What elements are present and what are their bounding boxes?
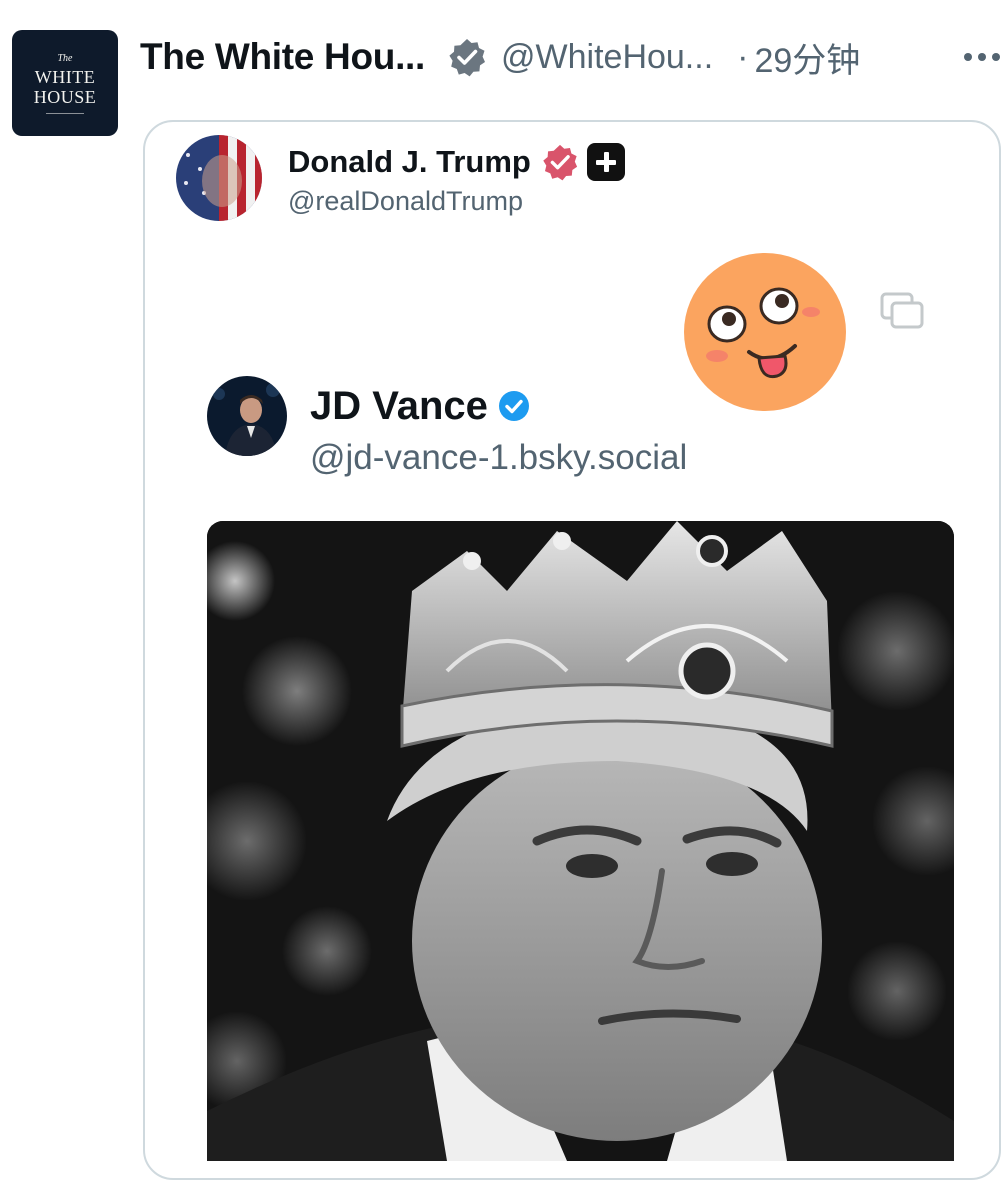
tongue-out-emoji-icon (684, 253, 846, 411)
jd-vance-handle[interactable]: @jd-vance-1.bsky.social (310, 438, 687, 478)
jd-vance-avatar-image (207, 376, 287, 456)
jd-vance-name-row: JD Vance (310, 380, 530, 432)
crowned-portrait-image (207, 521, 954, 1161)
more-horizontal-icon-dot (992, 53, 1000, 61)
copy-icon[interactable] (878, 290, 928, 332)
post-media-image[interactable] (207, 521, 954, 1161)
avatar-logo-small: The (57, 52, 73, 64)
jd-vance-avatar[interactable] (207, 376, 287, 456)
trump-handle[interactable]: @realDonaldTrump (288, 186, 523, 217)
avatar-logo-line1: WHITE (34, 66, 96, 87)
author-display-name[interactable]: The White Hou... (140, 36, 425, 78)
jd-vance-display-name[interactable]: JD Vance (310, 384, 488, 429)
more-horizontal-icon (964, 53, 972, 61)
red-check-badge-icon (543, 144, 577, 181)
tweet-header: The White Hou... @WhiteHou... · 29分钟 (140, 30, 1008, 84)
time-separator: · (737, 37, 749, 76)
trump-avatar-image (176, 135, 262, 221)
blue-check-badge-icon (498, 391, 529, 421)
white-house-avatar[interactable]: The WHITE HOUSE (12, 30, 118, 136)
more-options-button[interactable] (964, 30, 1000, 84)
trump-display-name[interactable]: Donald J. Trump (288, 144, 531, 180)
post-time[interactable]: 29分钟 (754, 33, 860, 82)
trump-avatar[interactable] (176, 135, 262, 221)
author-handle[interactable]: @WhiteHou... (501, 38, 713, 77)
more-horizontal-icon-dot (978, 53, 986, 61)
avatar-logo-line2: HOUSE (33, 86, 97, 107)
gray-check-badge-icon (449, 39, 486, 77)
avatar-logo-rule (46, 112, 84, 114)
trump-name-row: Donald J. Trump (288, 140, 625, 184)
government-affiliate-icon (586, 143, 625, 181)
